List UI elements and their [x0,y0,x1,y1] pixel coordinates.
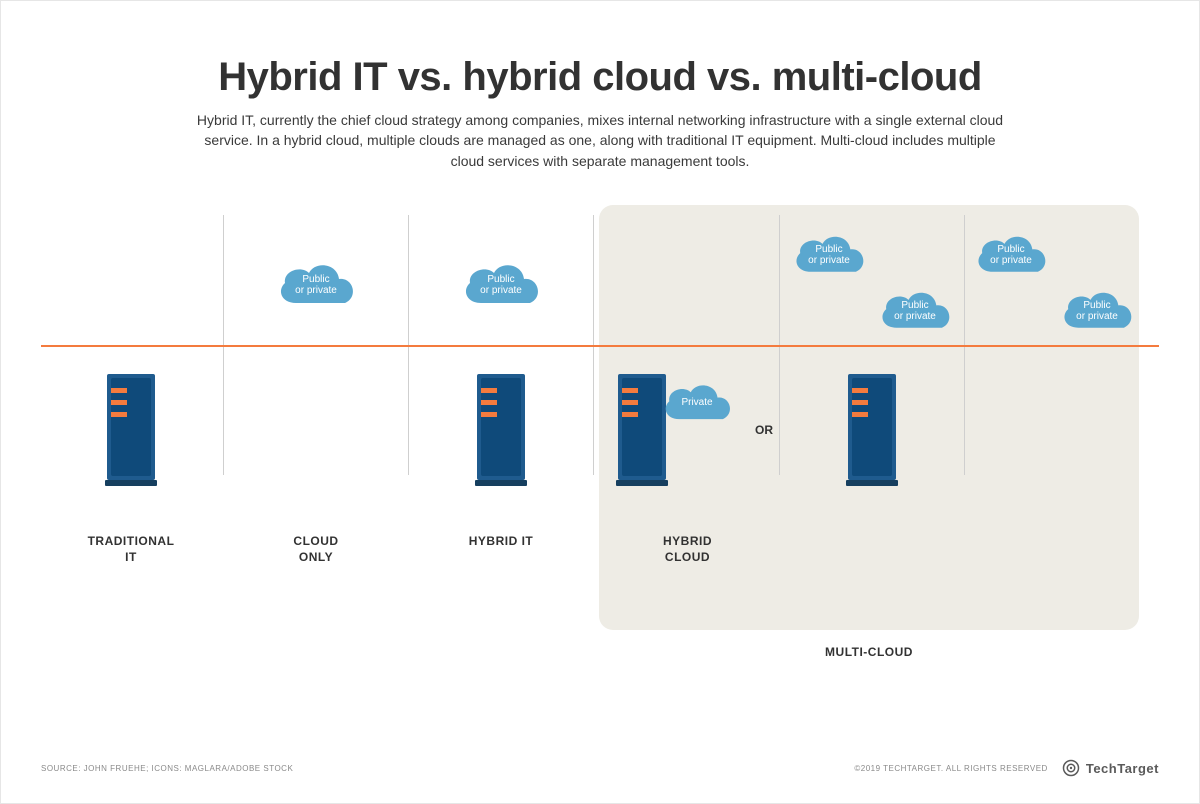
cloud-label: Publicor private [286,274,346,297]
cloud-label-private: Private [672,397,722,409]
server-row [781,345,963,515]
cloud-label: Publicor private [1067,300,1127,323]
cloud-icon: Publicor private [456,257,546,313]
cloud-row: Publicor private Publicor private [781,225,963,345]
cloud-row [41,225,221,345]
server-row [41,345,221,515]
cloud-row: Publicor private [411,225,591,345]
footer-source: SOURCE: JOHN FRUEHE; ICONS: MAGLARA/ADOB… [41,764,293,773]
col-multicloud-b: Publicor private Publicor private [967,225,1141,743]
cloud-label: Publicor private [981,244,1041,267]
col-label: CLOUDONLY [293,533,338,565]
diagram-frame: Hybrid IT vs. hybrid cloud vs. multi-clo… [0,0,1200,804]
cloud-icon: Publicor private [873,285,957,337]
cloud-row [596,225,779,345]
brand-text: TechTarget [1086,761,1159,776]
page-title: Hybrid IT vs. hybrid cloud vs. multi-clo… [41,55,1159,100]
techtarget-logo: TechTarget [1062,759,1159,777]
cloud-label: Publicor private [799,244,859,267]
col-cloud-only: Publicor private CLOUDONLY [226,225,406,743]
diagram-inner: Hybrid IT vs. hybrid cloud vs. multi-clo… [41,25,1159,743]
col-traditional-it: TRADITIONALIT [41,225,221,743]
cloud-icon: Publicor private [1055,285,1139,337]
cloud-row: Publicor private Publicor private [967,225,1141,345]
footer: SOURCE: JOHN FRUEHE; ICONS: MAGLARA/ADOB… [41,759,1159,777]
server-icon [846,374,898,486]
col-label: HYBRID IT [469,533,534,549]
target-icon [1062,759,1080,777]
col-hybrid-cloud: Private OR HYBRIDCLOUD [596,225,779,743]
col-label: TRADITIONALIT [88,533,175,565]
multicloud-label: MULTI-CLOUD [599,645,1139,659]
server-row [411,345,591,515]
cloud-icon: Publicor private [969,229,1053,281]
cloud-label: Publicor private [885,300,945,323]
col-hybrid-it: Publicor private HYBRID IT [411,225,591,743]
footer-copyright: ©2019 TECHTARGET. ALL RIGHTS RESERVED [854,764,1048,773]
cloud-icon: Publicor private [787,229,871,281]
diagram-area: TRADITIONALIT Publicor private CLOUDONLY [41,225,1159,743]
server-row [226,345,406,515]
cloud-icon-private: Private [656,378,738,428]
cloud-label: Publicor private [471,274,531,297]
server-icon [105,374,157,486]
server-icon [475,374,527,486]
server-row: Private OR [596,345,779,515]
col-multicloud-a: Publicor private Publicor private [781,225,963,743]
server-row [967,345,1141,515]
page-subtitle: Hybrid IT, currently the chief cloud str… [190,110,1010,171]
cloud-icon: Publicor private [271,257,361,313]
cloud-row: Publicor private [226,225,406,345]
or-label: OR [755,423,773,437]
col-label: HYBRIDCLOUD [663,533,712,565]
